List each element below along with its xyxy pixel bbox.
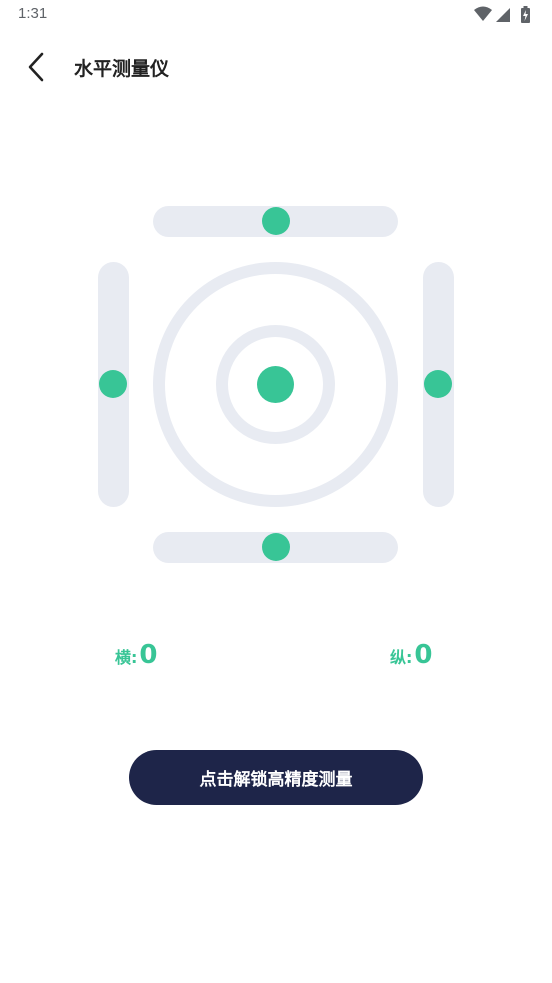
chevron-left-icon bbox=[28, 52, 44, 82]
back-button[interactable] bbox=[18, 48, 58, 88]
horizontal-label: 横: bbox=[115, 648, 138, 667]
vertical-readout: 纵:0 bbox=[390, 640, 433, 670]
vertical-label: 纵: bbox=[390, 648, 413, 667]
wifi-icon bbox=[474, 6, 492, 21]
status-time: 1:31 bbox=[18, 5, 48, 22]
page-title: 水平测量仪 bbox=[74, 58, 170, 80]
app-header: 水平测量仪 bbox=[0, 40, 552, 94]
vertical-value: 0 bbox=[414, 640, 433, 670]
top-level-bubble bbox=[262, 207, 290, 235]
battery-icon bbox=[521, 6, 530, 23]
center-level-bubble bbox=[257, 366, 294, 403]
bottom-level-bubble bbox=[262, 533, 290, 561]
spirit-level bbox=[0, 190, 552, 580]
left-level-bubble bbox=[99, 370, 127, 398]
cellular-signal-icon bbox=[496, 8, 510, 22]
right-level-bubble bbox=[424, 370, 452, 398]
unlock-high-precision-button[interactable]: 点击解锁高精度测量 bbox=[129, 750, 423, 805]
status-bar: 1:31 bbox=[0, 0, 552, 30]
horizontal-value: 0 bbox=[139, 640, 158, 670]
horizontal-readout: 横:0 bbox=[115, 640, 158, 670]
